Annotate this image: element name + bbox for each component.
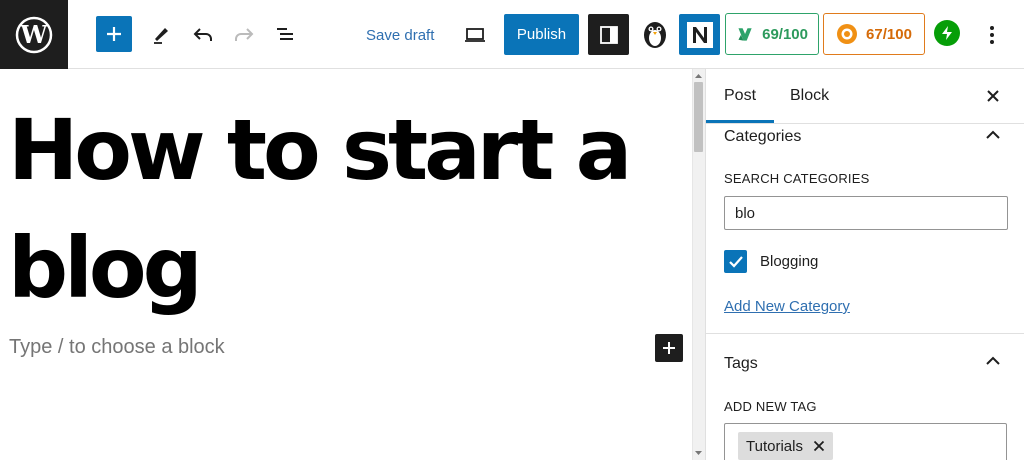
block-placeholder[interactable]: Type / to choose a block (9, 336, 225, 359)
add-new-tag-label: ADD NEW TAG (724, 399, 817, 414)
remove-tag-icon[interactable] (813, 440, 825, 452)
search-categories-input[interactable] (724, 196, 1008, 230)
n-plugin-button[interactable] (679, 14, 720, 55)
n-plugin-icon (686, 21, 713, 48)
save-draft-button[interactable]: Save draft (354, 22, 446, 48)
scroll-up-icon[interactable] (694, 72, 703, 80)
post-title[interactable]: How to start a blog (8, 91, 688, 327)
sidebar-tabs-divider (706, 123, 1024, 124)
wordpress-logo-icon[interactable]: W (0, 0, 68, 69)
checkmark-icon (728, 255, 743, 268)
plus-icon (663, 342, 675, 354)
tab-block[interactable]: Block (772, 69, 847, 123)
jetpack-button[interactable] (934, 20, 960, 46)
readability-score-icon (837, 24, 858, 44)
publish-button[interactable]: Publish (504, 14, 579, 55)
search-categories-label: SEARCH CATEGORIES (724, 171, 870, 186)
list-view-button[interactable] (267, 16, 303, 52)
plus-icon (107, 27, 121, 41)
penguin-plugin-button[interactable] (638, 17, 672, 51)
undo-button[interactable] (185, 16, 221, 52)
redo-button[interactable] (226, 16, 262, 52)
seo-score-icon (738, 28, 752, 41)
categories-panel-title[interactable]: Categories (724, 128, 801, 146)
bolt-icon (942, 26, 952, 40)
add-new-category-link[interactable]: Add New Category (724, 298, 850, 315)
category-checkbox-blogging[interactable] (724, 250, 747, 273)
tools-button[interactable] (143, 16, 179, 52)
tag-chip-label: Tutorials (746, 437, 803, 455)
block-inserter-button[interactable] (96, 16, 132, 52)
tags-panel-title[interactable]: Tags (724, 355, 758, 373)
penguin-icon (644, 22, 666, 48)
sidebar-toggle-icon (599, 25, 618, 44)
list-view-icon (277, 28, 293, 40)
svg-text:W: W (20, 20, 49, 49)
scroll-down-icon[interactable] (694, 449, 703, 457)
category-label-blogging[interactable]: Blogging (760, 253, 818, 270)
tab-post[interactable]: Post (706, 69, 775, 123)
scrollbar-thumb[interactable] (694, 82, 703, 152)
editor-top-toolbar: W Save draft Publish 69/100 67/100 (0, 0, 1024, 69)
settings-toggle-button[interactable] (588, 14, 629, 55)
more-options-icon (990, 26, 994, 44)
chevron-up-icon[interactable] (985, 356, 1001, 366)
desktop-preview-icon (465, 28, 485, 42)
preview-button[interactable] (457, 18, 493, 52)
close-icon (987, 90, 999, 102)
more-options-button[interactable] (980, 18, 1004, 52)
seo-score-value: 69/100 (762, 25, 808, 43)
close-sidebar-button[interactable] (982, 85, 1004, 107)
tag-chip: Tutorials (738, 432, 833, 460)
redo-icon (235, 28, 254, 41)
add-block-button[interactable] (655, 334, 683, 362)
pencil-icon (154, 28, 168, 44)
readability-score-button[interactable]: 67/100 (823, 13, 925, 55)
panel-divider (706, 333, 1024, 334)
chevron-up-icon[interactable] (985, 130, 1001, 140)
readability-score-value: 67/100 (866, 25, 912, 43)
undo-icon (193, 28, 212, 41)
seo-score-button[interactable]: 69/100 (725, 13, 819, 55)
